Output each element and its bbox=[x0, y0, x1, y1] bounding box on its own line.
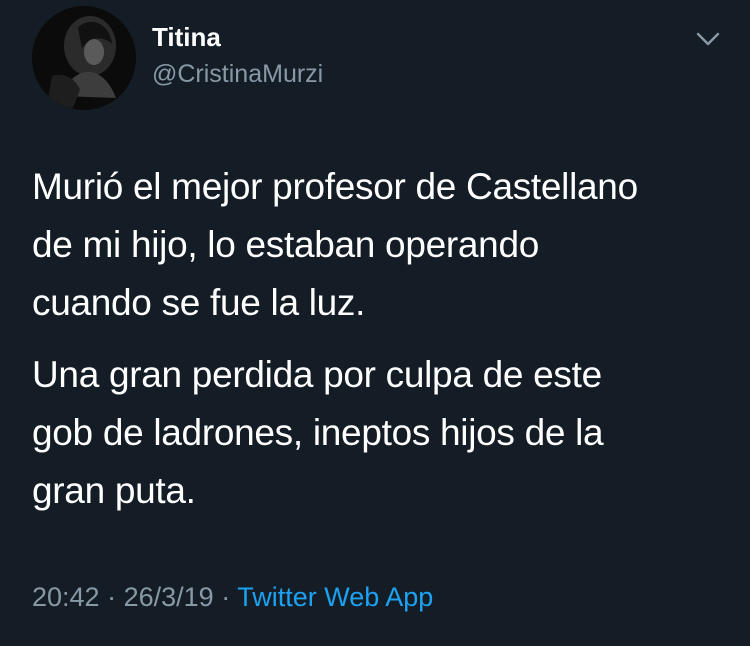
display-name[interactable]: Titina bbox=[152, 22, 221, 53]
meta-separator: · bbox=[107, 582, 117, 612]
tweet-metadata: 20:42 · 26/3/19 · Twitter Web App bbox=[32, 582, 433, 613]
tweet-card: Titina @CristinaMurzi Murió el mejor pro… bbox=[0, 0, 750, 646]
tweet-date[interactable]: 26/3/19 bbox=[124, 582, 214, 612]
avatar[interactable] bbox=[32, 6, 136, 110]
user-handle[interactable]: @CristinaMurzi bbox=[152, 60, 323, 89]
tweet-source-link[interactable]: Twitter Web App bbox=[237, 582, 433, 612]
tweet-text: Murió el mejor profesor de Castellano de… bbox=[32, 158, 732, 534]
chevron-down-icon[interactable] bbox=[692, 26, 724, 54]
meta-separator: · bbox=[221, 582, 231, 612]
profile-photo-icon bbox=[32, 6, 136, 110]
tweet-paragraph: Una gran perdida por culpa de este gob d… bbox=[32, 354, 604, 511]
tweet-paragraph: Murió el mejor profesor de Castellano de… bbox=[32, 166, 638, 323]
tweet-time[interactable]: 20:42 bbox=[32, 582, 100, 612]
